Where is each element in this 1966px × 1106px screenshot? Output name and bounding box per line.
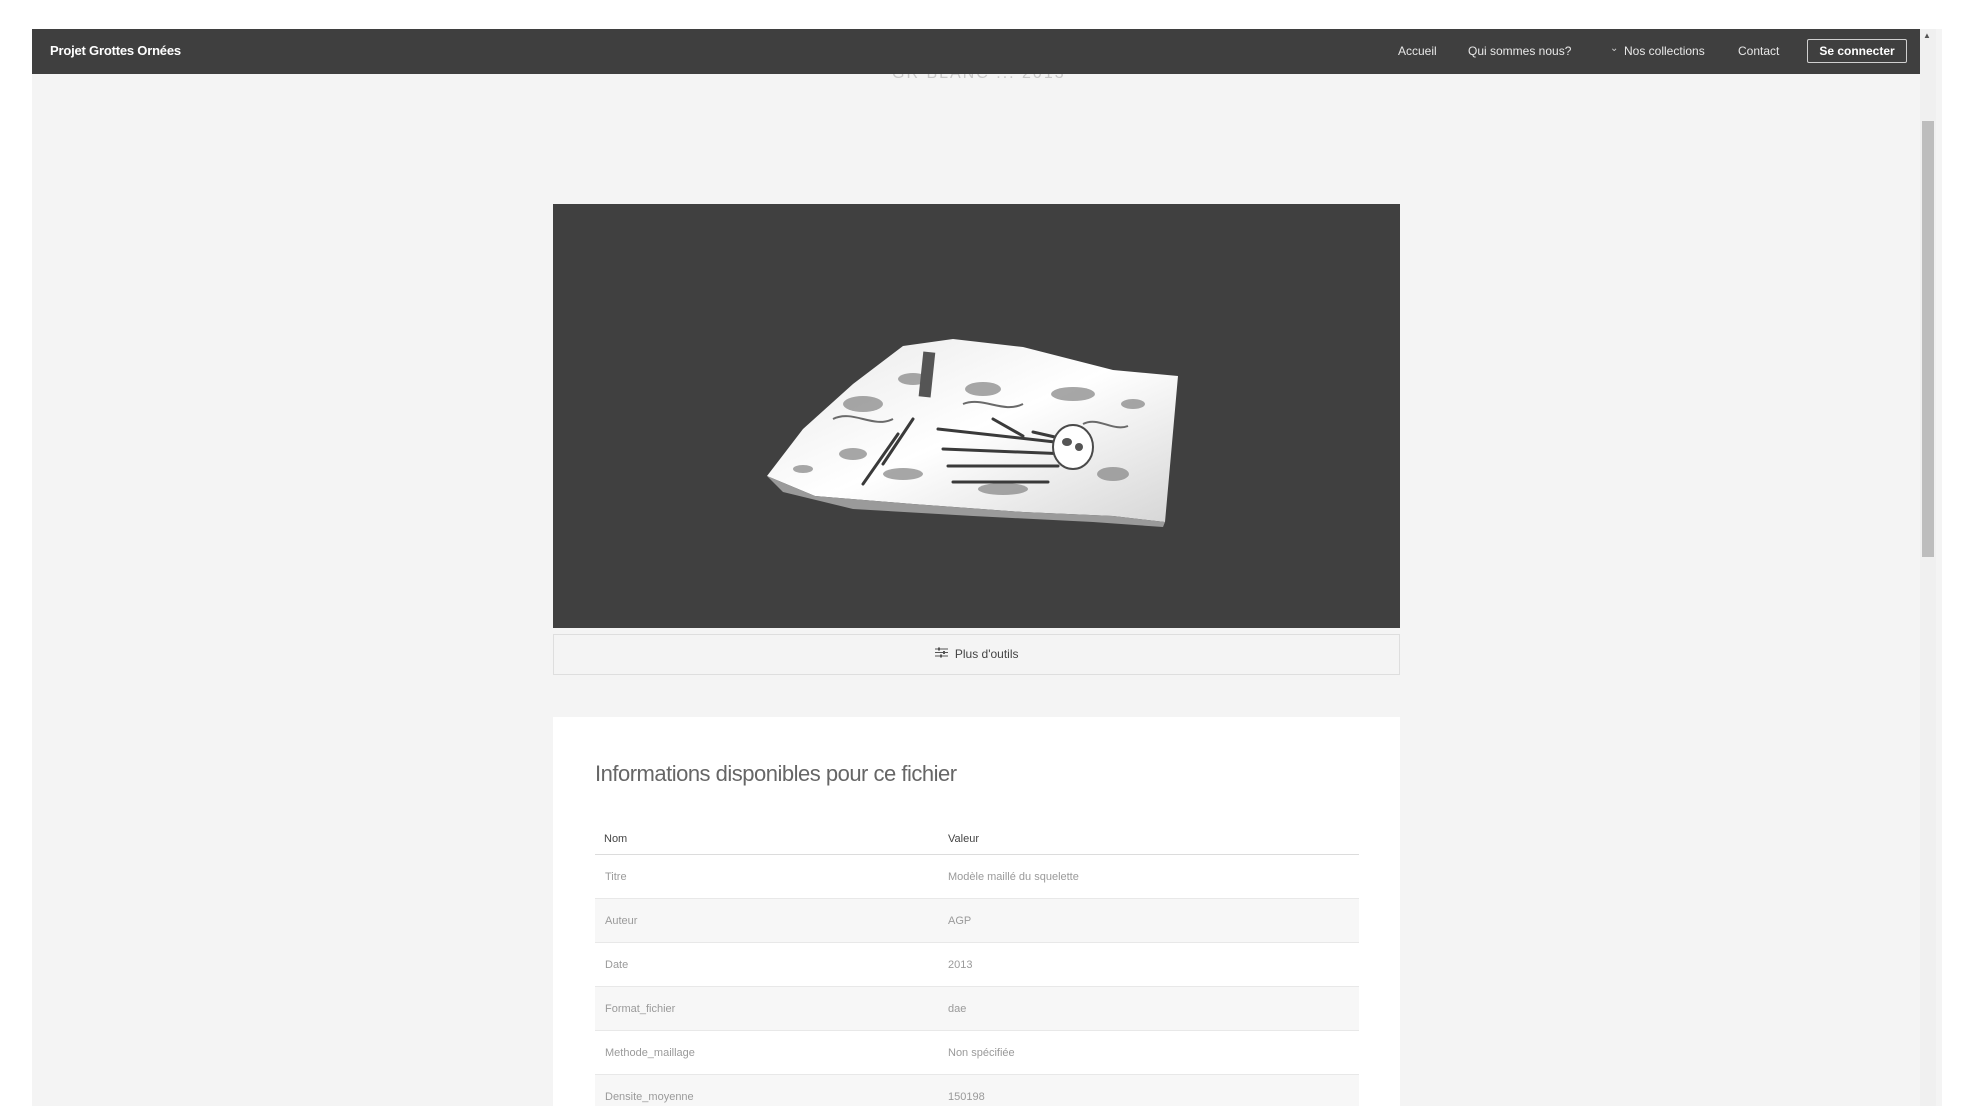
more-tools-label: Plus d'outils — [954, 647, 1019, 661]
nav-contact[interactable]: Contact — [1738, 44, 1779, 58]
file-info-card: Informations disponibles pour ce fichier… — [553, 717, 1400, 1106]
table-header-row: Nom Valeur — [595, 824, 1359, 855]
table-row: Densite_moyenne 150198 — [595, 1074, 1359, 1106]
row-key: Titre — [595, 854, 938, 899]
table-row: Auteur AGP — [595, 898, 1359, 943]
nav-nos-collections[interactable]: Nos collections — [1624, 44, 1705, 58]
table-row: Format_fichier dae — [595, 986, 1359, 1031]
row-value: Non spécifiée — [938, 1030, 1359, 1075]
nav-accueil[interactable]: Accueil — [1398, 44, 1437, 58]
row-key: Densite_moyenne — [595, 1074, 938, 1106]
row-key: Methode_maillage — [595, 1030, 938, 1075]
skeleton-model-render — [767, 339, 1178, 527]
brand-link[interactable]: Projet Grottes Ornées — [50, 43, 181, 58]
nav-qui-sommes-nous[interactable]: Qui sommes nous? — [1468, 44, 1571, 58]
more-tools-button[interactable]: Plus d'outils — [553, 634, 1400, 675]
row-value: Modèle maillé du squelette — [938, 854, 1359, 899]
row-value: 2013 — [938, 942, 1359, 987]
row-value: dae — [938, 986, 1359, 1031]
info-table: Nom Valeur Titre Modèle maillé du squele… — [595, 824, 1359, 1106]
page: GR BLANC ... 2013 Projet Grottes Ornées … — [32, 29, 1942, 1106]
scrollbar-thumb[interactable] — [1922, 121, 1934, 557]
chevron-down-icon: ⌄ — [1610, 43, 1619, 54]
navbar: Projet Grottes Ornées Accueil Qui sommes… — [32, 29, 1920, 74]
scroll-up-arrow-icon[interactable]: ▲ — [1923, 31, 1931, 40]
sliders-icon — [934, 635, 948, 674]
vertical-scrollbar[interactable]: ▲ — [1920, 29, 1936, 1106]
table-row: Date 2013 — [595, 942, 1359, 987]
row-value: 150198 — [938, 1074, 1359, 1106]
row-key: Auteur — [595, 898, 938, 943]
3d-viewer[interactable] — [553, 204, 1400, 628]
row-key: Date — [595, 942, 938, 987]
table-row: Titre Modèle maillé du squelette — [595, 854, 1359, 899]
table-row: Methode_maillage Non spécifiée — [595, 1030, 1359, 1075]
header-nom: Nom — [595, 824, 938, 855]
row-value: AGP — [938, 898, 1359, 943]
login-button[interactable]: Se connecter — [1807, 39, 1907, 63]
header-valeur: Valeur — [938, 824, 1359, 855]
info-title: Informations disponibles pour ce fichier — [595, 761, 957, 786]
row-key: Format_fichier — [595, 986, 938, 1031]
